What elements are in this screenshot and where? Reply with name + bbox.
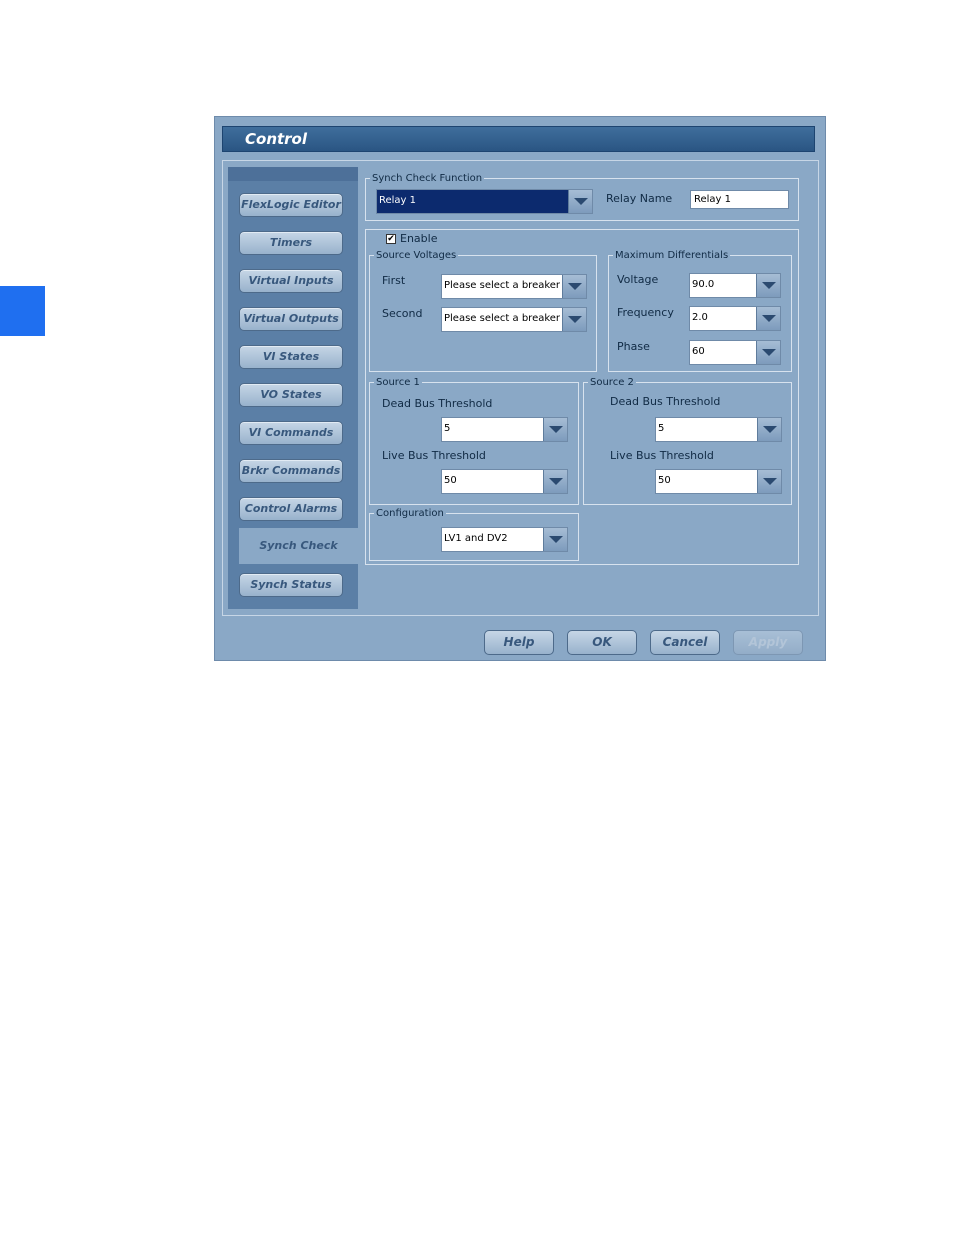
nav-flexlogic-editor-button[interactable]: FlexLogic Editor [239, 193, 343, 217]
dropdown-arrow-icon[interactable] [543, 418, 567, 441]
relay-name-input[interactable]: Relay 1 [690, 190, 789, 209]
phase-select[interactable]: 60 [689, 340, 781, 365]
window-title: Control [245, 130, 308, 148]
source-1-live-bus-select[interactable]: 50 [441, 469, 568, 494]
dropdown-arrow-icon[interactable] [543, 470, 567, 493]
nav-virtual-inputs-button[interactable]: Virtual Inputs [239, 269, 343, 293]
enable-label: Enable [400, 232, 438, 245]
second-source-label: Second [382, 307, 423, 320]
title-bar: Control [222, 126, 815, 152]
first-source-label: First [382, 274, 406, 287]
source-1-live-bus-label: Live Bus Threshold [382, 449, 486, 462]
relay-name-label: Relay Name [606, 192, 673, 205]
source-voltages-legend: Source Voltages [376, 250, 457, 261]
dropdown-arrow-icon[interactable] [756, 341, 780, 364]
chapter-tab-marker [0, 286, 45, 336]
source-2-live-bus-label: Live Bus Threshold [610, 449, 714, 462]
source-2-live-bus-select[interactable]: 50 [655, 469, 782, 494]
nav-grip-handle [228, 167, 358, 181]
control-window: Control FlexLogic Editor Timers Virtual … [214, 116, 826, 661]
configuration-select[interactable]: LV1 and DV2 [441, 527, 568, 552]
nav-timers-button[interactable]: Timers [239, 231, 343, 255]
voltage-value: 90.0 [692, 279, 715, 290]
dropdown-arrow-icon[interactable] [757, 470, 781, 493]
frequency-label: Frequency [617, 306, 674, 319]
source-1-dead-bus-label: Dead Bus Threshold [382, 397, 493, 410]
configuration-value: LV1 and DV2 [444, 533, 508, 544]
nav-vo-states-button[interactable]: VO States [239, 383, 343, 407]
nav-vi-states-button[interactable]: VI States [239, 345, 343, 369]
source-2-legend: Source 2 [590, 377, 634, 388]
first-source-select[interactable]: Please select a breaker [441, 274, 587, 299]
dropdown-arrow-icon[interactable] [568, 190, 592, 213]
source-1-dead-bus-select[interactable]: 5 [441, 417, 568, 442]
dropdown-arrow-icon[interactable] [757, 418, 781, 441]
synch-check-function-legend: Synch Check Function [372, 173, 483, 184]
voltage-label: Voltage [617, 273, 659, 286]
source-1-legend: Source 1 [376, 377, 420, 388]
dropdown-arrow-icon[interactable] [756, 307, 780, 330]
apply-button[interactable]: Apply [733, 630, 803, 655]
source-1-live-bus-value: 50 [444, 475, 457, 486]
configuration-legend: Configuration [376, 508, 444, 519]
second-source-value: Please select a breaker [444, 313, 561, 324]
phase-value: 60 [692, 346, 705, 357]
nav-synch-status-button[interactable]: Synch Status [239, 573, 343, 597]
second-source-select[interactable]: Please select a breaker [441, 307, 587, 332]
help-button[interactable]: Help [484, 630, 554, 655]
dropdown-arrow-icon[interactable] [543, 528, 567, 551]
nav-synch-check-tab-selected[interactable]: Synch Check [239, 528, 358, 564]
dropdown-arrow-icon[interactable] [562, 275, 586, 298]
first-source-value: Please select a breaker [444, 280, 561, 291]
nav-control-alarms-button[interactable]: Control Alarms [239, 497, 343, 521]
nav-panel: FlexLogic Editor Timers Virtual Inputs V… [228, 167, 358, 609]
dropdown-arrow-icon[interactable] [756, 274, 780, 297]
cancel-button[interactable]: Cancel [650, 630, 720, 655]
ok-button[interactable]: OK [567, 630, 637, 655]
enable-checkbox[interactable]: ✔ [386, 234, 396, 244]
source-2-live-bus-value: 50 [658, 475, 671, 486]
synch-check-function-select[interactable]: Relay 1 [376, 189, 593, 214]
nav-virtual-outputs-button[interactable]: Virtual Outputs [239, 307, 343, 331]
frequency-value: 2.0 [692, 312, 708, 323]
nav-vi-commands-button[interactable]: VI Commands [239, 421, 343, 445]
source-2-dead-bus-select[interactable]: 5 [655, 417, 782, 442]
dropdown-arrow-icon[interactable] [562, 308, 586, 331]
source-2-dead-bus-value: 5 [658, 423, 665, 434]
maximum-differentials-legend: Maximum Differentials [615, 250, 729, 261]
source-1-dead-bus-value: 5 [444, 423, 451, 434]
source-2-dead-bus-label: Dead Bus Threshold [610, 395, 721, 408]
phase-label: Phase [617, 340, 650, 353]
synch-check-function-value: Relay 1 [379, 195, 417, 206]
nav-brkr-commands-button[interactable]: Brkr Commands [239, 459, 343, 483]
frequency-select[interactable]: 2.0 [689, 306, 781, 331]
voltage-select[interactable]: 90.0 [689, 273, 781, 298]
